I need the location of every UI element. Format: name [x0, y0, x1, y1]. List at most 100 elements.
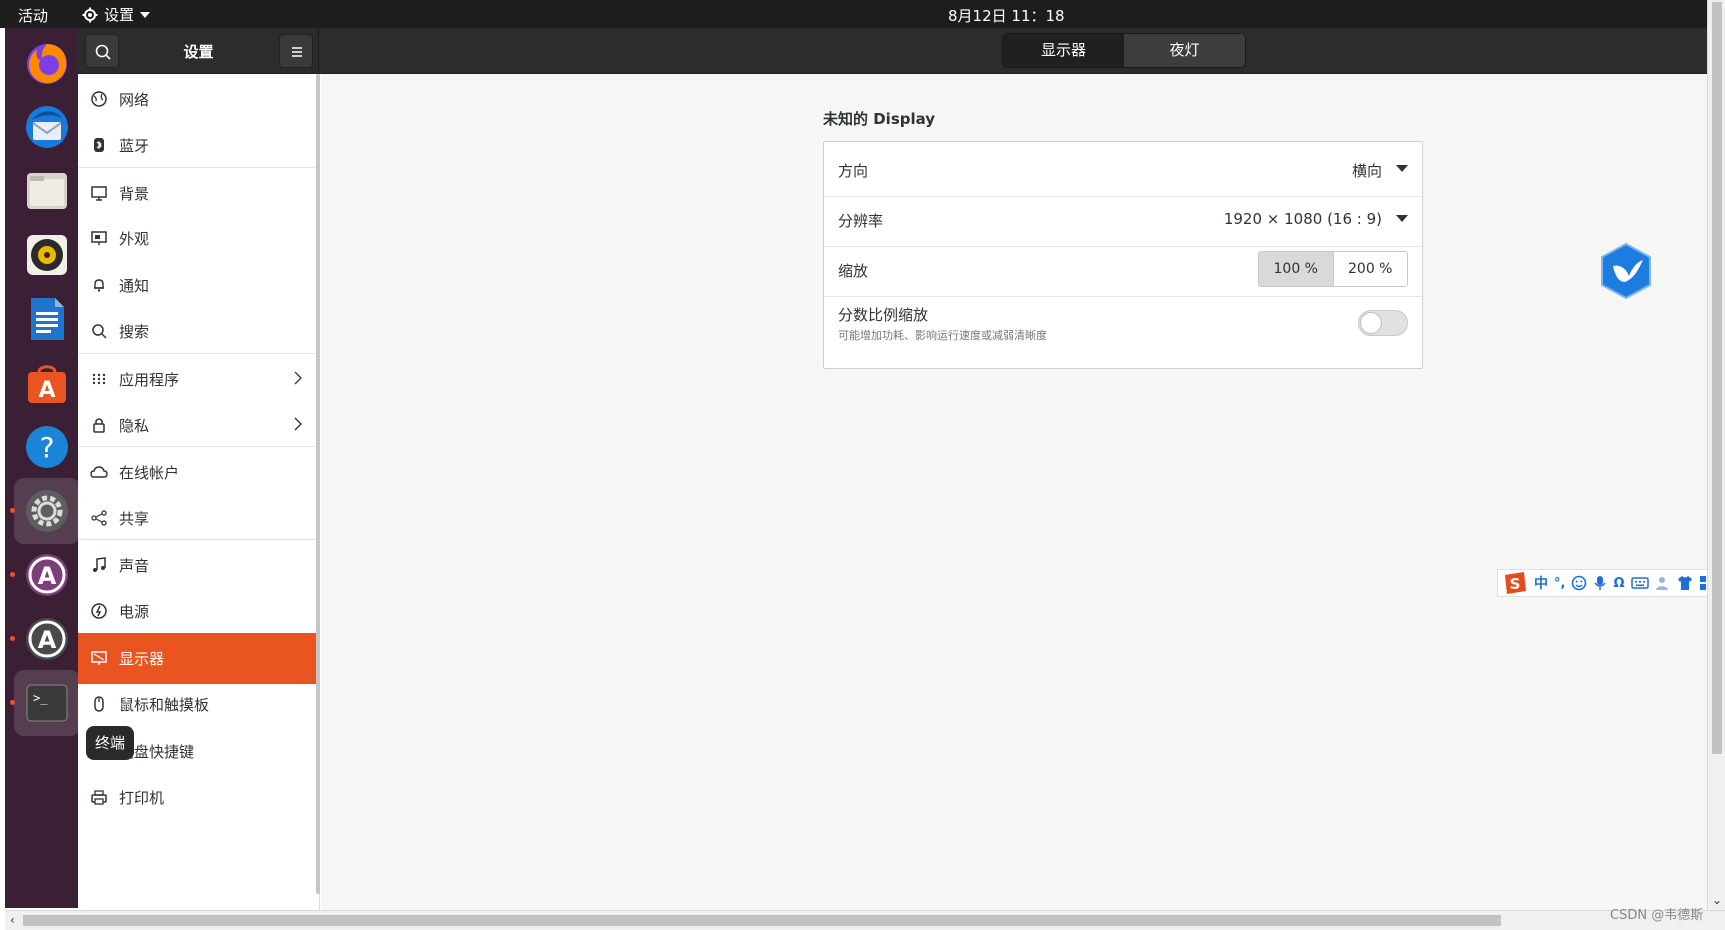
menu-button[interactable]	[279, 34, 313, 68]
vertical-scrollbar-thumb[interactable]	[1712, 2, 1722, 754]
dock-item-writer[interactable]	[14, 286, 80, 352]
gear-icon	[82, 7, 98, 22]
scale-row: 缩放 100 % 200 %	[824, 242, 1422, 297]
dock-item-updater[interactable]: A	[10, 542, 80, 608]
clock[interactable]: 8月12日 11：18	[948, 5, 1065, 26]
chevron-right-icon	[294, 371, 302, 385]
horizontal-scrollbar-thumb[interactable]	[23, 915, 1501, 926]
tab-night-light[interactable]: 夜灯	[1124, 34, 1245, 67]
svg-text:A: A	[38, 626, 57, 654]
user-icon[interactable]	[1655, 575, 1671, 591]
sidebar-item-label: 应用程序	[119, 371, 180, 389]
libreoffice-writer-icon	[31, 298, 64, 340]
sidebar-item-network[interactable]: 网络	[78, 74, 319, 125]
ime-mode-indicator[interactable]: 中	[1534, 573, 1548, 593]
dock-item-files[interactable]	[14, 158, 80, 224]
sidebar-item-cloud[interactable]: 在线帐户	[78, 446, 319, 497]
running-indicator	[10, 700, 15, 705]
switch-knob	[1360, 312, 1382, 334]
files-icon	[27, 173, 67, 209]
dock-item-rhythmbox[interactable]	[14, 222, 80, 288]
fractional-scaling-switch[interactable]	[1358, 310, 1408, 336]
apps-grid-icon	[92, 373, 106, 385]
sidebar-item-label: 显示器	[119, 650, 165, 668]
dock-item-firefox[interactable]	[14, 30, 80, 96]
software-center-icon: A	[28, 365, 66, 403]
punctuation-icon[interactable]: °,	[1554, 576, 1565, 591]
desktop-screen: 活动 设置 8月12日 11：18 A ? A A >_ 设置 显示器 夜灯 网…	[0, 0, 1725, 930]
sidebar-item-label: 声音	[119, 557, 150, 575]
fractional-scaling-row: 分数比例缩放 可能增加功耗、影响运行速度或减弱清晰度	[824, 292, 1422, 348]
rhythmbox-icon	[27, 235, 67, 275]
sidebar-item-notification-bell[interactable]: 通知	[78, 260, 319, 311]
running-indicator	[10, 636, 15, 641]
scale-option-200[interactable]: 200 %	[1334, 252, 1408, 286]
sidebar-item-label: 打印机	[119, 789, 165, 807]
sidebar-item-appearance[interactable]: 外观	[78, 213, 319, 264]
scroll-left-arrow-icon[interactable]: ‹	[10, 913, 15, 927]
sidebar-item-display[interactable]: 显示器	[78, 633, 319, 684]
resolution-row[interactable]: 分辨率 1920 × 1080 (16 : 9)	[824, 192, 1422, 247]
sidebar-item-label: 隐私	[119, 417, 150, 435]
dock-item-help[interactable]: ?	[14, 414, 80, 480]
input-method-toolbar[interactable]: S 中 °, Ω	[1497, 569, 1725, 597]
dock-item-terminal[interactable]: >_	[10, 670, 80, 736]
svg-text:>_: >_	[33, 691, 48, 705]
svg-text:S: S	[1510, 575, 1521, 593]
orientation-value: 横向	[1351, 162, 1382, 180]
keyboard-icon[interactable]	[1630, 576, 1649, 590]
vertical-scrollbar[interactable]: ⌄	[1707, 0, 1725, 910]
power-icon	[91, 603, 107, 619]
scale-option-100[interactable]: 100 %	[1259, 252, 1334, 286]
resolution-value: 1920 × 1080 (16 : 9)	[1223, 210, 1382, 228]
tab-display[interactable]: 显示器	[1003, 34, 1124, 67]
sidebar-item-printer[interactable]: 打印机	[78, 772, 319, 823]
emoji-icon[interactable]	[1571, 575, 1587, 591]
sidebar-item-label: 蓝牙	[119, 137, 150, 155]
sidebar-item-apps-grid[interactable]: 应用程序	[78, 353, 319, 404]
orientation-row[interactable]: 方向 横向	[824, 142, 1422, 197]
bird-floating-icon[interactable]	[1599, 242, 1653, 300]
sidebar-item-power[interactable]: 电源	[78, 586, 319, 637]
bluetooth-icon	[94, 138, 104, 152]
sidebar-item-share[interactable]: 共享	[78, 493, 319, 544]
cloud-icon	[90, 466, 108, 478]
software-updater-icon: A	[26, 554, 68, 596]
sidebar-header: 设置	[78, 28, 319, 74]
display-settings-card: 方向 横向 分辨率 1920 × 1080 (16 : 9) 缩放 100 % …	[823, 141, 1423, 369]
chevron-down-icon	[1396, 165, 1408, 172]
sidebar-item-background[interactable]: 背景	[78, 167, 319, 218]
sidebar-item-label: 鼠标和触摸板	[119, 696, 210, 714]
dock-item-software[interactable]: A	[14, 350, 80, 416]
fractional-scaling-label: 分数比例缩放	[838, 306, 929, 324]
sidebar-item-label: 通知	[119, 277, 150, 295]
activities-button[interactable]: 活动	[18, 5, 48, 26]
sidebar-item-label: 搜索	[119, 323, 150, 341]
sidebar-scrollbar[interactable]	[316, 74, 320, 894]
app-menu-button[interactable]: 设置	[82, 4, 151, 25]
microphone-icon[interactable]	[1593, 575, 1607, 591]
dock-item-settings[interactable]	[10, 478, 80, 544]
share-icon	[91, 510, 107, 526]
dock-item-thunderbird[interactable]	[14, 94, 80, 160]
horizontal-scrollbar[interactable]: ‹	[5, 910, 1725, 930]
app-menu-label: 设置	[104, 6, 135, 24]
dock-item-updater-2[interactable]: A	[10, 606, 80, 672]
display-panel: 未知的 Display 方向 横向 分辨率 1920 × 1080 (16 : …	[321, 74, 1707, 910]
special-char-icon[interactable]: Ω	[1613, 576, 1624, 591]
thunderbird-icon	[26, 106, 68, 148]
orientation-label: 方向	[838, 162, 869, 180]
display-icon	[91, 651, 107, 665]
sidebar-item-bluetooth[interactable]: 蓝牙	[78, 120, 319, 171]
sidebar-item-music-note[interactable]: 声音	[78, 539, 319, 590]
sidebar-item-mouse[interactable]: 鼠标和触摸板	[78, 679, 319, 730]
skin-shirt-icon[interactable]	[1677, 575, 1693, 591]
dock-tooltip: 终端	[86, 726, 135, 760]
scale-label: 缩放	[838, 262, 869, 280]
scroll-down-arrow-icon[interactable]: ⌄	[1712, 893, 1722, 907]
sidebar-item-label: 外观	[119, 230, 150, 248]
sidebar-item-label: 在线帐户	[119, 464, 180, 482]
background-icon	[91, 186, 107, 201]
sidebar-item-lock[interactable]: 隐私	[78, 400, 319, 451]
sidebar-item-search[interactable]: 搜索	[78, 306, 319, 357]
